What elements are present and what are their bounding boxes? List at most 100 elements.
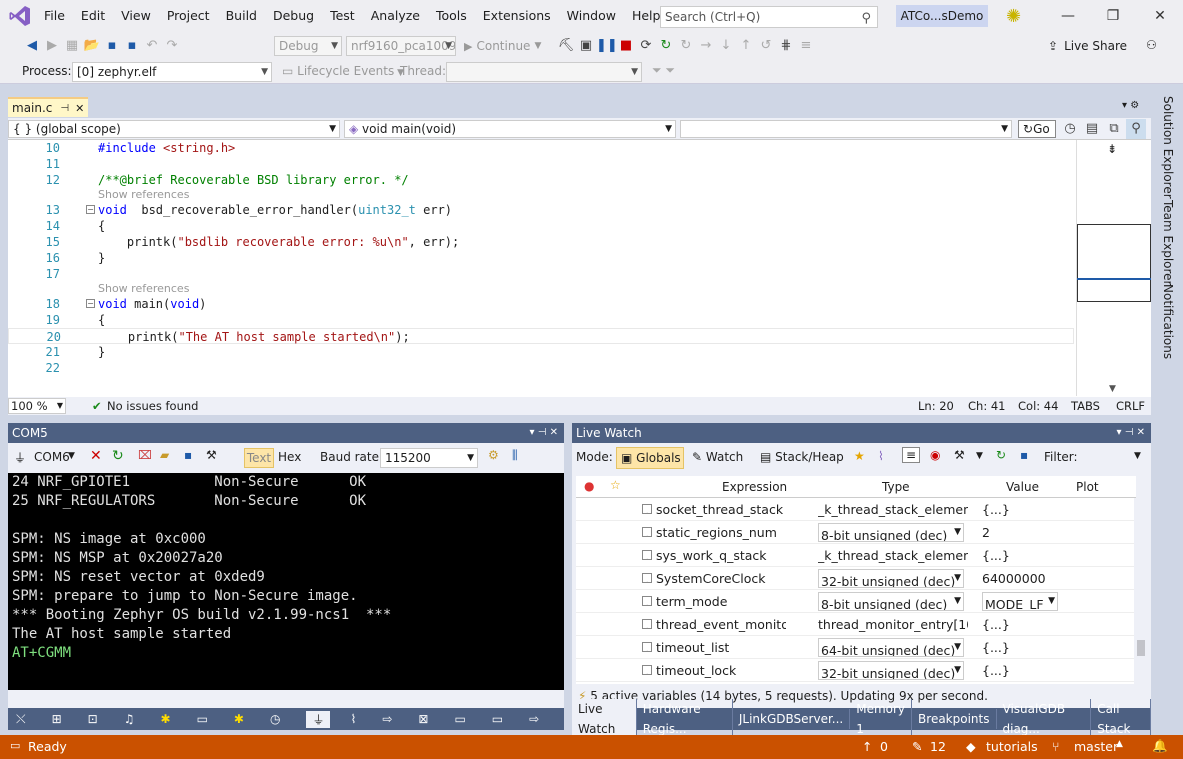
minimap-viewport[interactable] (1077, 224, 1151, 302)
watch-type[interactable]: 32-bit unsigned (dec) ▼ (818, 569, 964, 588)
watch-type[interactable]: 8-bit unsigned (dec) ▼ (818, 592, 964, 611)
chevron-down-icon[interactable]: ▼ (954, 570, 961, 587)
pane-controls-icon[interactable]: ▾ ⊣ ✕ (530, 423, 558, 443)
tab-solution-explorer[interactable]: Solution Explorer (1161, 96, 1175, 199)
step-over-icon[interactable]: → (696, 36, 716, 56)
pause-icon[interactable]: ❚❚ (596, 36, 618, 56)
expand-icon[interactable]: + (642, 642, 652, 652)
settings-wrench-icon[interactable]: ⚒ (206, 448, 217, 462)
expand-icon[interactable]: + (642, 665, 652, 675)
tab-call-stack[interactable]: Call Stack (1091, 699, 1151, 739)
tab-dropdown-icon[interactable]: ▾ ⚙ (1122, 100, 1139, 111)
tool-icon-2[interactable]: ⊞ (52, 712, 62, 726)
push-icon[interactable]: ↑ (862, 739, 872, 754)
copy-icon[interactable]: ⧉ (1104, 119, 1124, 139)
restart-icon[interactable]: ⟳ (636, 36, 656, 56)
close-icon[interactable]: ✕ (1137, 0, 1183, 32)
filter-dropdown-icon[interactable]: ▼ (1134, 451, 1141, 461)
bell-icon[interactable]: 🔔 (1152, 738, 1168, 754)
hex-mode-button[interactable]: Hex (278, 450, 301, 464)
refresh-icon[interactable]: ↻ (656, 36, 676, 56)
chevron-down-icon[interactable]: ▼ (976, 451, 983, 461)
menu-item-edit[interactable]: Edit (73, 0, 113, 32)
scroll-down-icon[interactable]: ▼ (1109, 384, 1116, 394)
chevron-down-icon[interactable]: ▼ (954, 593, 961, 610)
tab-team-explorer[interactable]: Team Explorer (1161, 200, 1175, 286)
continue-button[interactable]: ▶ Continue ▼ (464, 36, 541, 56)
menu-item-tools[interactable]: Tools (428, 0, 475, 32)
column-type[interactable]: Type (882, 480, 910, 494)
step-out-icon[interactable]: ↑ (736, 36, 756, 56)
record-icon[interactable]: ◉ (930, 448, 940, 462)
pencil-icon[interactable]: ✎ (912, 739, 922, 754)
watch-value[interactable]: {...} (982, 659, 1010, 682)
tab-close-icon[interactable]: ✕ (75, 102, 84, 115)
menu-item-file[interactable]: File (36, 0, 73, 32)
clear-icon[interactable]: ⌧ (138, 448, 152, 462)
config-icon[interactable]: ⚙ (488, 448, 499, 462)
save-log-icon[interactable]: ▪ (184, 448, 192, 462)
new-project-icon[interactable]: ▦ (62, 36, 82, 56)
menu-item-build[interactable]: Build (218, 0, 265, 32)
menu-item-window[interactable]: Window (559, 0, 624, 32)
star-icon[interactable]: ☆ (610, 478, 621, 492)
search-input[interactable]: Search (Ctrl+Q) ⚲ (660, 6, 878, 28)
tab-hardware-regis-[interactable]: Hardware Regis... (637, 699, 733, 739)
column-plot[interactable]: Plot (1076, 480, 1099, 494)
restore-icon[interactable]: ❐ (1090, 0, 1136, 32)
live-share-button[interactable]: ⇪ Live Share (1048, 36, 1127, 56)
watch-row[interactable]: + socket_thread_stack _k_thread_stack_elem… (576, 498, 1136, 521)
expand-icon[interactable]: + (642, 550, 652, 560)
watch-scrollbar[interactable] (1134, 498, 1148, 684)
tool-icon-10[interactable]: ⌇ (350, 712, 356, 726)
project-name-badge[interactable]: ATCo...sDemo (896, 5, 988, 27)
connection-icon[interactable]: ⏚ (14, 449, 26, 466)
filter-icon[interactable]: ⏷ ⏷ (652, 63, 675, 78)
member-select[interactable]: ▼ (680, 120, 1012, 138)
unpushed-count[interactable]: 0 (880, 739, 888, 754)
open-folder-icon[interactable]: 📂 (82, 36, 102, 56)
watch-value[interactable]: MODE_LF ▼ (982, 592, 1058, 611)
menu-item-project[interactable]: Project (159, 0, 218, 32)
menu-item-debug[interactable]: Debug (265, 0, 322, 32)
tab-jlinkgdbserver-[interactable]: JLinkGDBServer... (733, 709, 851, 729)
tool-icon-3[interactable]: ⊡ (88, 712, 98, 726)
chevron-down-icon[interactable]: ▼ (954, 524, 961, 541)
globals-mode-button[interactable]: ▣ Globals (616, 447, 684, 469)
watch-type[interactable]: 32-bit unsigned (dec) ▼ (818, 661, 964, 680)
tab-breakpoints[interactable]: Breakpoints (912, 709, 997, 729)
changes-count[interactable]: 12 (930, 739, 946, 754)
reconnect-icon[interactable]: ↻ (112, 448, 124, 464)
menu-item-view[interactable]: View (113, 0, 159, 32)
watch-row[interactable]: + static_regions_num 8-bit unsigned (dec) ▼… (576, 521, 1136, 544)
tab-main-c[interactable]: main.c ⊣ ✕ (8, 97, 88, 117)
expand-icon[interactable]: + (642, 573, 652, 583)
watch-value[interactable]: {...} (982, 636, 1010, 659)
watch-value[interactable]: 2 (982, 521, 990, 544)
tool-icon-8[interactable]: ◷ (270, 712, 280, 726)
split-icon[interactable]: ⇟ (1107, 142, 1117, 156)
watch-row[interactable]: + sys_work_q_stack _k_thread_stack_element… (576, 544, 1136, 567)
code-minimap[interactable]: ⇟ ▼ (1076, 140, 1151, 396)
zoom-select[interactable]: 100 % ▼ (8, 398, 66, 414)
tool-icon-6[interactable]: ▭ (197, 712, 208, 726)
breakpoint-toggle-icon[interactable]: ⋕ (776, 36, 796, 56)
process-select[interactable]: [0] zephyr.elf ▼ (72, 62, 272, 82)
watch-row[interactable]: + SystemCoreClock 32-bit unsigned (dec)▼ 64… (576, 567, 1136, 590)
eol-indicator[interactable]: CRLF (1116, 399, 1145, 413)
document-icon[interactable]: ▤ (1082, 119, 1102, 139)
show-references-link[interactable]: Show references (98, 188, 189, 202)
serial-console-output[interactable]: 24 NRF_GPIOTE1 Non-Secure OK 25 NRF_REGUL… (8, 473, 564, 690)
baud-rate-select[interactable]: 115200 ▼ (380, 448, 478, 468)
save-all-icon[interactable]: ▪ (122, 36, 142, 56)
column-value[interactable]: Value (1006, 480, 1039, 494)
tool-icon-12[interactable]: ⊠ (418, 712, 428, 726)
watch-value[interactable]: 64000000 (982, 567, 1046, 590)
watch-row[interactable]: + timeout_lock 32-bit unsigned (dec)▼ {...} (576, 659, 1136, 682)
disconnect-icon[interactable]: ✕ (90, 448, 102, 464)
back-icon[interactable]: ◀ (22, 36, 42, 56)
watch-value[interactable]: {...} (982, 544, 1010, 567)
favorite-icon[interactable]: ★ (854, 449, 865, 463)
stop-icon[interactable]: ■ (616, 36, 636, 56)
tool-icon-13[interactable]: ▭ (454, 712, 465, 726)
